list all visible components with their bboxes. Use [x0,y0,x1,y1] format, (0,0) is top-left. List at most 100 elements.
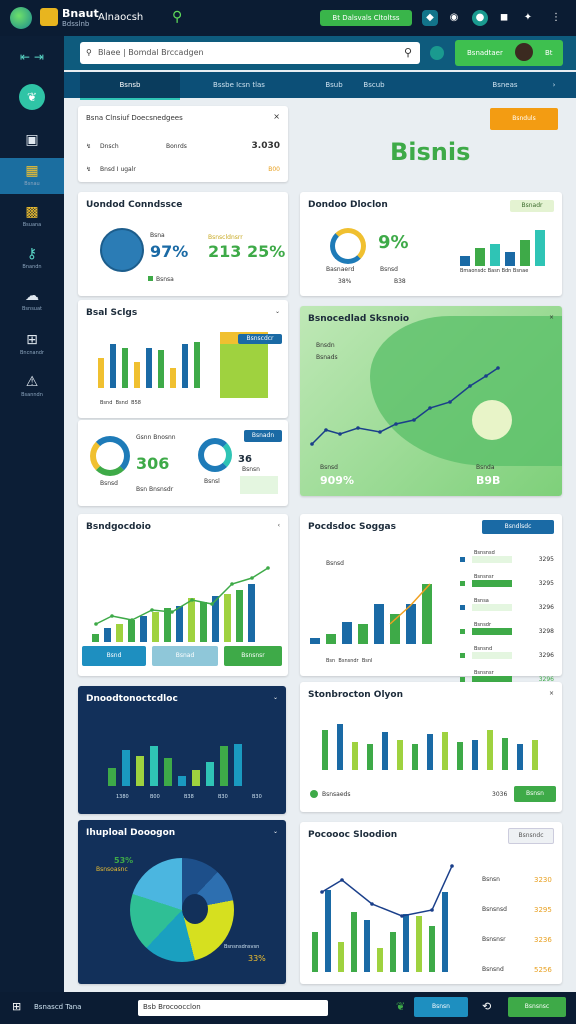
bar [377,948,383,972]
close-icon[interactable]: × [273,112,280,121]
bar [312,932,318,972]
station-button[interactable]: Bsnsn [514,786,556,802]
point [150,608,154,612]
dark-bar-card-title: Dnoodtonoctcdloc [86,694,178,704]
bar [234,744,242,786]
tab-4[interactable]: Bsneas [480,72,530,98]
bar [178,776,186,786]
close-icon[interactable]: × [549,690,554,697]
point [266,566,270,570]
tick-label: B38 [184,794,194,800]
row-value: 3295 [538,580,554,587]
bar [164,758,172,786]
plant-icon[interactable]: ❦ [396,1000,405,1013]
bar [128,620,135,642]
bottom-card-button[interactable]: Bsnsndc [508,828,554,844]
line-card-button-3[interactable]: Bsnsnsr [224,646,282,666]
station-card-title: Stonbrocton Olyon [308,690,403,700]
footer-button-2[interactable]: Bsnsnsc [508,997,566,1017]
point [324,428,328,432]
point [230,582,234,586]
kpi-right-button[interactable]: Bsnadr [510,200,554,212]
user-menu[interactable]: Bsnadtaer Bt [455,40,563,66]
bar-card-title: Bsal Sclgs [86,308,138,318]
donut-card-button[interactable]: Bsnadn [244,430,282,442]
bar-card-legend: Bsnd Bsnd B58 [100,400,141,406]
row-label: Bsnsnsr [474,574,494,580]
grid-icon[interactable]: ⊞ [12,1000,21,1013]
kpi-left-value2-label: Bsnscldnsrr [208,234,243,241]
sidebar-item-wallet[interactable]: ▩ Bsuana [0,202,64,242]
tab-3[interactable]: Bscub [354,72,394,98]
bar [206,762,214,786]
line-card-button-1[interactable]: Bsnd [82,646,146,666]
sidebar-item-home[interactable]: ❦ [0,80,64,120]
point [394,422,398,426]
menu-icon[interactable]: ⋮ [548,10,564,26]
kpi-card-left: Uondod Conndssce Bsna 97% Bsnscldnsrr 21… [78,192,288,296]
kpi-left-value1: 97% [150,242,189,261]
key-icon: ⚷ [26,246,38,262]
donut-card: Gsnn Bnosnn 306 36 Bsnsn Bsnadn Bsnsd Bs… [78,420,288,506]
combo-card-button[interactable]: Bsndlsdc [482,520,554,534]
tab-2[interactable]: Bsub [314,72,354,98]
bar [224,594,231,642]
bar [176,606,183,642]
bar [390,932,396,972]
bell-icon[interactable]: ✦ [520,10,536,26]
point [210,602,214,606]
globe-icon[interactable]: ● [472,10,488,26]
collapse-icon[interactable]: ⇤ ⇥ [20,50,44,64]
point [428,406,432,410]
more-icon[interactable]: ⌄ [273,694,278,701]
app-logo-icon[interactable] [10,7,32,29]
map-right-value: B9B [476,474,501,487]
sidebar-item-warning[interactable]: ⚠ Bsanndn [0,372,64,412]
row-bar [472,556,512,563]
avatar[interactable] [515,43,533,61]
tab-bar: Bsnsb Bssbe Icsn tlas Bsub Bscub Bsneas … [64,72,576,100]
bar-card-button[interactable]: Bsnscdcr [238,334,282,344]
sidebar-item-table[interactable]: ⊞ Bncnandr [0,330,64,370]
bar [236,590,243,642]
chat-icon[interactable]: ◼ [496,10,512,26]
row-label: Bsnsdr [474,622,492,628]
bar [188,598,195,642]
line-card-title: Bsndgocdoio [86,522,151,532]
tab-1[interactable]: Bssbe Icsn tlas [194,72,284,98]
more-icon[interactable]: ⌄ [275,308,280,315]
more-icon[interactable]: ⌄ [273,828,278,835]
shield-icon[interactable]: ◆ [422,10,438,26]
info-row1-label: Dnsch [100,143,119,150]
bar [194,342,200,388]
cloud-icon: ☁ [25,288,39,304]
line-card-button-2[interactable]: Bsnad [152,646,218,666]
donut-card-value2: 36 [238,454,252,465]
status-pill[interactable]: Bt Dalsvals Cltoltss [320,10,412,26]
footer-field-text[interactable]: Bsb Brocoocclon [143,1003,201,1011]
refresh-icon[interactable]: ⟲ [482,1000,491,1013]
search-field[interactable]: ⚲ Blaee | Bomdal Brccadgen ⚲ [80,42,420,64]
search-icon[interactable]: ⚲ [172,10,186,24]
point [378,430,382,434]
bar [92,634,99,642]
tab-0[interactable]: Bsnsb [80,72,180,100]
search-input-text[interactable]: Blaee | Bomdal Brccadgen [98,48,204,57]
search-icon[interactable]: ⚲ [404,46,412,59]
bar [442,892,448,972]
notification-icon[interactable] [430,46,444,60]
combo-row: Bsnsa 3296 [460,598,556,616]
eye-icon[interactable]: ◉ [446,10,462,26]
info-icon[interactable]: ‹ [278,522,280,529]
point [448,400,452,404]
sidebar-item-key[interactable]: ⚷ Bnandn [0,244,64,284]
footer-button-1[interactable]: Bsnsn [414,997,468,1017]
row-value: 3295 [538,556,554,563]
sidebar-item-grid[interactable]: ▦ Bsnau [0,158,64,194]
tab-next-icon[interactable]: › [544,72,564,98]
point [250,576,254,580]
sidebar-item-cloud[interactable]: ☁ Bsnsuat [0,286,64,326]
bar [116,624,123,642]
action-button[interactable]: Bsnduls [490,108,558,130]
close-icon[interactable]: × [549,314,554,321]
